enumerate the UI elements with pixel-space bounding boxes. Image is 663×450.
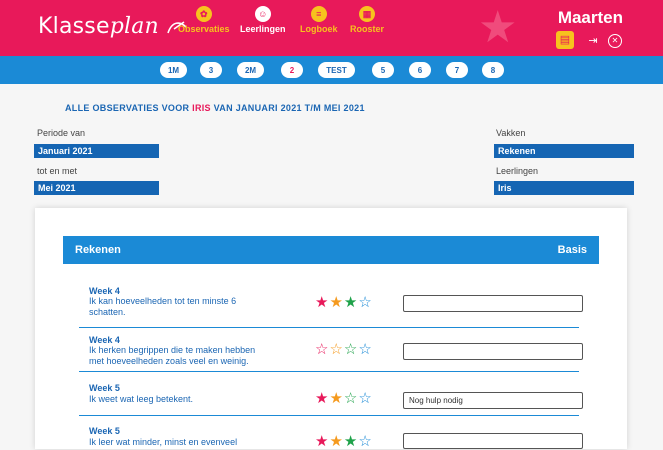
star-rating[interactable]: ★★★☆ bbox=[315, 295, 373, 310]
group-pill[interactable]: 6 bbox=[409, 62, 431, 78]
nav-observaties[interactable]: ✿ Observaties bbox=[178, 6, 230, 34]
nav-logboek[interactable]: ≡ Logboek bbox=[300, 6, 338, 34]
schedule-icon: ▦ bbox=[359, 6, 375, 22]
note-input[interactable] bbox=[403, 433, 583, 449]
period-to-label: tot en met bbox=[37, 166, 78, 176]
observation-text: Ik weet wat leeg betekent. bbox=[89, 394, 194, 404]
logout-icon[interactable]: ⇥ bbox=[586, 34, 600, 48]
page-title: ALLE OBSERVATIES VOOR IRIS VAN JANUARI 2… bbox=[65, 103, 365, 113]
nav-rooster[interactable]: ▦ Rooster bbox=[350, 6, 384, 34]
observation-row: Week 4 Ik kan hoeveelheden tot ten minst… bbox=[63, 274, 599, 328]
star-filled-icon[interactable]: ★ bbox=[344, 433, 358, 450]
group-pill[interactable]: 8 bbox=[482, 62, 504, 78]
profile-card-icon[interactable]: ▤ bbox=[556, 31, 574, 49]
students-label: Leerlingen bbox=[496, 166, 539, 176]
star-rating[interactable]: ★★☆☆ bbox=[315, 391, 373, 406]
week-label: Week 4 bbox=[89, 286, 120, 296]
week-label: Week 4 bbox=[89, 335, 120, 345]
observation-text: Ik leer wat minder, minst en evenveel bbox=[89, 437, 238, 447]
star-rating[interactable]: ☆☆☆☆ bbox=[315, 342, 373, 357]
week-label: Week 5 bbox=[89, 426, 120, 436]
star-empty-icon[interactable]: ☆ bbox=[315, 341, 329, 358]
observation-row: Week 4 Ik herken begrippen die te maken … bbox=[63, 328, 599, 372]
star-filled-icon[interactable]: ★ bbox=[344, 294, 358, 311]
star-empty-icon[interactable]: ☆ bbox=[329, 341, 343, 358]
close-icon[interactable]: ✕ bbox=[608, 34, 622, 48]
group-pill[interactable]: 2M bbox=[237, 62, 264, 78]
star-filled-icon[interactable]: ★ bbox=[329, 294, 343, 311]
star-filled-icon[interactable]: ★ bbox=[315, 390, 329, 407]
subjects-label: Vakken bbox=[496, 128, 526, 138]
star-rating[interactable]: ★★★☆ bbox=[315, 434, 373, 449]
logbook-icon: ≡ bbox=[310, 6, 327, 22]
students-icon: ☺ bbox=[254, 6, 271, 22]
star-filled-icon[interactable]: ★ bbox=[315, 294, 329, 311]
period-from-label: Periode van bbox=[37, 128, 86, 138]
subjects-select[interactable]: Rekenen bbox=[494, 144, 634, 158]
star-filled-icon[interactable]: ★ bbox=[315, 433, 329, 450]
observations-card: Rekenen Basis Week 4 Ik kan hoeveelheden… bbox=[35, 208, 627, 449]
observation-row: Week 5 Ik leer wat minder, minst en even… bbox=[63, 416, 599, 449]
group-pill-active[interactable]: 2 bbox=[281, 62, 303, 78]
group-pill[interactable]: 3 bbox=[200, 62, 222, 78]
star-empty-icon[interactable]: ☆ bbox=[344, 390, 358, 407]
user-name: Maarten bbox=[557, 8, 623, 27]
students-select[interactable]: Iris bbox=[494, 181, 634, 195]
star-filled-icon[interactable]: ★ bbox=[329, 433, 343, 450]
group-bar: 1M 3 2M 2 TEST 5 6 7 8 bbox=[0, 56, 663, 84]
decorative-star-icon: ★ bbox=[478, 3, 518, 52]
nav-leerlingen[interactable]: ☺ Leerlingen bbox=[240, 6, 286, 34]
star-empty-icon[interactable]: ☆ bbox=[358, 433, 372, 450]
observation-row: Week 5 Ik weet wat leeg betekent. ★★☆☆ N… bbox=[63, 372, 599, 416]
note-input[interactable] bbox=[403, 295, 583, 312]
note-input[interactable] bbox=[403, 343, 583, 360]
observation-text: Ik kan hoeveelheden tot ten minste 6 sch… bbox=[89, 296, 237, 317]
star-filled-icon[interactable]: ★ bbox=[329, 390, 343, 407]
note-input[interactable]: Nog hulp nodig bbox=[403, 392, 583, 409]
observation-text: Ik herken begrippen die te maken hebben … bbox=[89, 345, 256, 366]
subject-title: Rekenen bbox=[75, 244, 121, 256]
star-empty-icon[interactable]: ☆ bbox=[344, 341, 358, 358]
card-header: Rekenen Basis bbox=[63, 236, 599, 264]
level-label: Basis bbox=[557, 244, 587, 256]
group-pill[interactable]: 5 bbox=[372, 62, 394, 78]
group-pill[interactable]: 7 bbox=[446, 62, 468, 78]
star-empty-icon[interactable]: ☆ bbox=[358, 341, 372, 358]
app-logo[interactable]: Klasseplan bbox=[38, 14, 188, 39]
group-pill[interactable]: 1M bbox=[160, 62, 187, 78]
star-empty-icon[interactable]: ☆ bbox=[358, 390, 372, 407]
star-empty-icon[interactable]: ☆ bbox=[358, 294, 372, 311]
top-bar: Klasseplan ★ ✿ Observaties ☺ Leerlingen … bbox=[0, 0, 663, 56]
period-from-select[interactable]: Januari 2021 bbox=[34, 144, 159, 158]
observations-icon: ✿ bbox=[195, 6, 212, 22]
week-label: Week 5 bbox=[89, 383, 120, 393]
group-pill[interactable]: TEST bbox=[318, 62, 355, 78]
period-to-select[interactable]: Mei 2021 bbox=[34, 181, 159, 195]
